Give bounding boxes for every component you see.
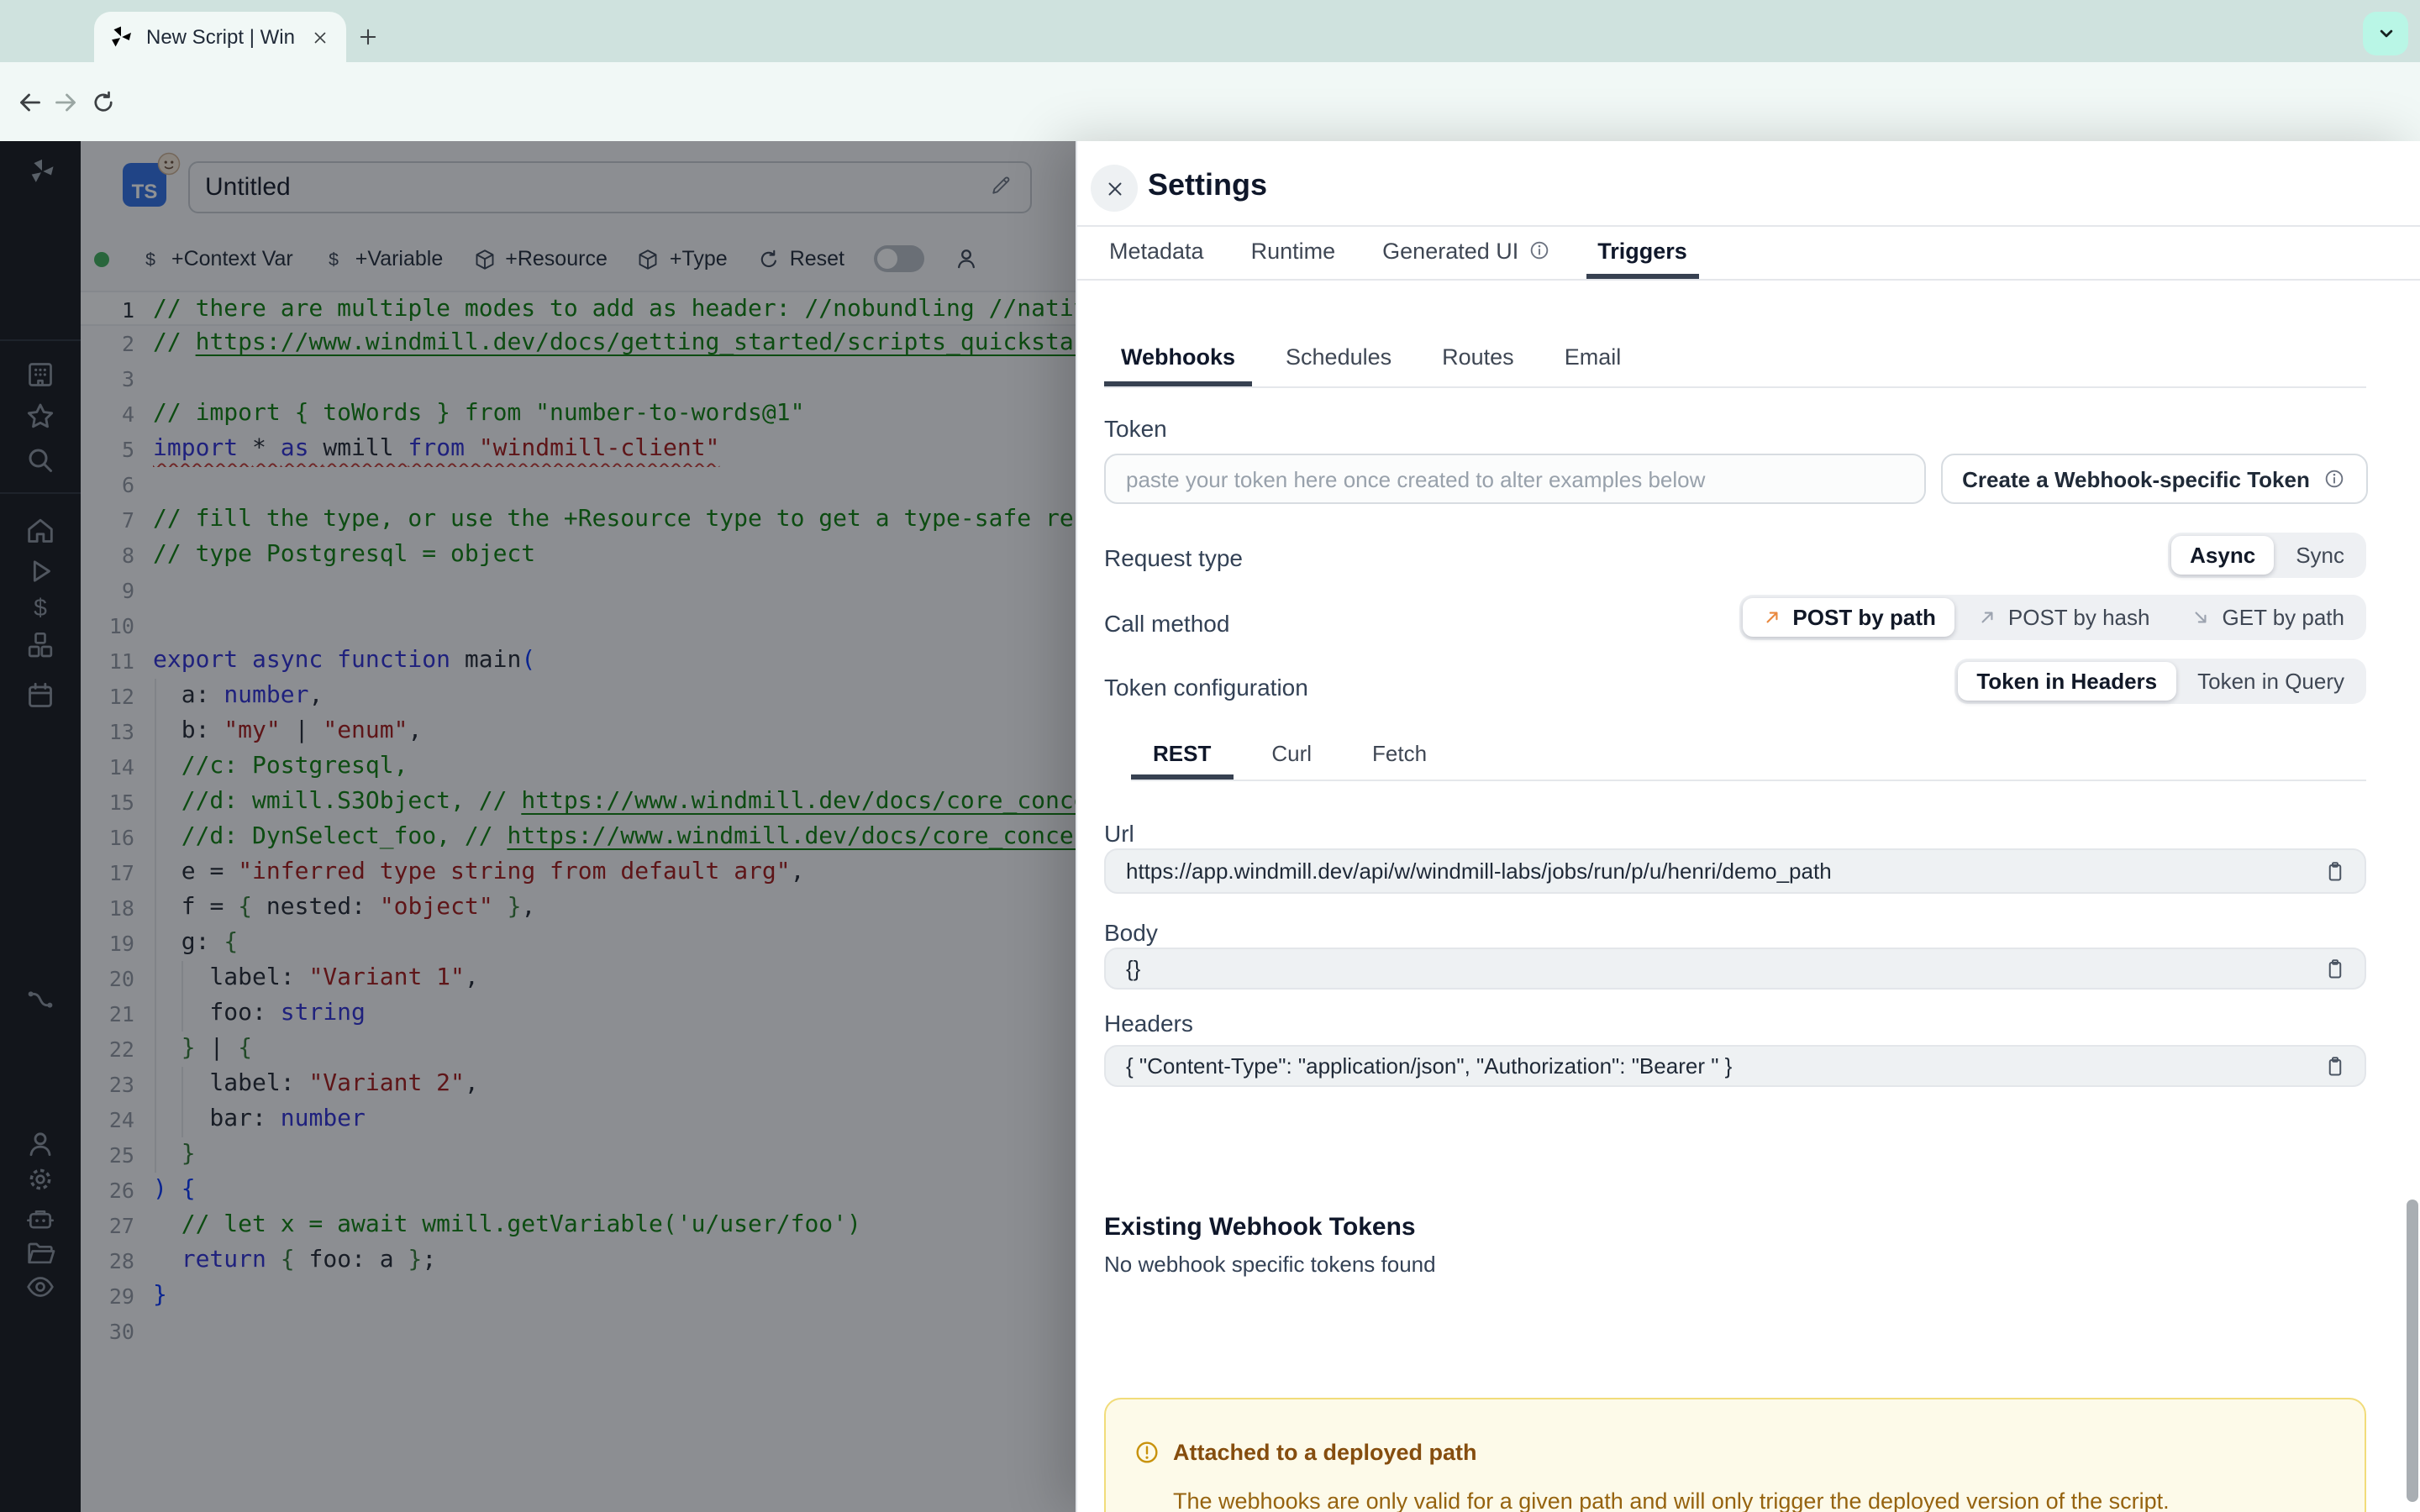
modal-overlay[interactable] (0, 141, 1076, 1512)
tab-metadata[interactable]: Metadata (1097, 227, 1216, 279)
drawer-scrollbar[interactable] (2407, 1200, 2418, 1502)
browser-chrome: New Script | Windmill app.windmill.dev/s… (0, 0, 2420, 188)
create-webhook-token-button[interactable]: Create a Webhook-specific Token (1941, 454, 2368, 504)
subtab-email[interactable]: Email (1548, 333, 1639, 386)
settings-tabs: Metadata Runtime Generated UI Triggers (1077, 227, 2420, 281)
request-type-async[interactable]: Async (2171, 536, 2275, 575)
subtab-routes[interactable]: Routes (1425, 333, 1531, 386)
url-label: Url (1104, 820, 1134, 847)
settings-drawer: Settings Metadata Runtime Generated UI T… (1076, 141, 2420, 1512)
request-type-sync[interactable]: Sync (2277, 536, 2363, 575)
copy-icon[interactable] (2323, 956, 2348, 981)
token-in-headers[interactable]: Token in Headers (1958, 662, 2176, 701)
example-tabs: REST Curl Fetch (1131, 732, 2366, 781)
headers-label: Headers (1104, 1010, 1193, 1037)
token-label: Token (1104, 415, 1167, 442)
existing-tokens-empty: No webhook specific tokens found (1104, 1252, 1436, 1277)
subtab-schedules[interactable]: Schedules (1269, 333, 1408, 386)
tab-fetch[interactable]: Fetch (1350, 732, 1449, 780)
reload-icon[interactable] (89, 87, 118, 116)
subtab-webhooks[interactable]: Webhooks (1104, 333, 1253, 386)
info-icon (1527, 239, 1550, 262)
call-method-get-by-path[interactable]: GET by path (2172, 598, 2364, 637)
back-icon[interactable] (15, 87, 45, 117)
token-placeholder: paste your token here once created to al… (1126, 466, 1706, 491)
tab-rest[interactable]: REST (1131, 732, 1234, 780)
screen: New Script | Windmill app.windmill.dev/s… (0, 0, 2420, 1512)
chevron-down-icon (2374, 22, 2397, 45)
tab-search-button[interactable] (2363, 12, 2408, 55)
deployed-path-warning: Attached to a deployed path The webhooks… (1104, 1398, 2366, 1512)
token-in-query[interactable]: Token in Query (2179, 662, 2363, 701)
browser-tab[interactable]: New Script | Windmill (94, 12, 346, 62)
trigger-subtabs: Webhooks Schedules Routes Email (1104, 333, 2366, 388)
existing-tokens-title: Existing Webhook Tokens (1104, 1213, 1416, 1242)
tab-strip: New Script | Windmill (0, 0, 2420, 62)
new-tab-button[interactable] (346, 15, 390, 59)
warning-body: The webhooks are only valid for a given … (1173, 1488, 2170, 1512)
drawer-close-button[interactable] (1091, 165, 1138, 212)
arrow-ne-icon (1760, 606, 1782, 628)
call-method-label: Call method (1104, 610, 1230, 637)
browser-toolbar: app.windmill.dev/scripts/add#JTdCJTIyaGF… (0, 62, 2420, 188)
token-config-toggle: Token in Headers Token in Query (1954, 659, 2366, 704)
call-method-post-by-hash[interactable]: POST by hash (1958, 598, 2169, 637)
url-value-field[interactable]: https://app.windmill.dev/api/w/windmill-… (1104, 848, 2366, 894)
call-method-post-by-path[interactable]: POST by path (1742, 598, 1954, 637)
body-label: Body (1104, 919, 1158, 946)
close-icon (1103, 177, 1125, 199)
app-area: TS Untitled +Context Var +Variable +Reso… (0, 141, 2420, 1512)
tab-title: New Script | Windmill (146, 25, 294, 49)
info-icon (2323, 467, 2347, 491)
copy-icon[interactable] (2323, 1053, 2348, 1079)
arrow-ne-icon (1976, 606, 1998, 628)
token-config-label: Token configuration (1104, 674, 1308, 701)
tab-curl[interactable]: Curl (1249, 732, 1334, 780)
windmill-favicon-icon (108, 24, 134, 50)
body-value-field[interactable]: {} (1104, 948, 2366, 990)
token-input[interactable]: paste your token here once created to al… (1104, 454, 1926, 504)
tab-triggers[interactable]: Triggers (1586, 227, 1699, 279)
request-type-toggle: Async Sync (2168, 533, 2366, 578)
drawer-title: Settings (1148, 168, 1268, 202)
warning-icon (1133, 1438, 1161, 1467)
tab-close-icon[interactable] (306, 24, 333, 50)
call-method-toggle: POST by path POST by hash GET by path (1739, 595, 2366, 640)
tab-runtime[interactable]: Runtime (1239, 227, 1348, 279)
copy-icon[interactable] (2323, 858, 2348, 884)
request-type-label: Request type (1104, 544, 1243, 571)
tab-generated-ui[interactable]: Generated UI (1370, 227, 1562, 279)
warning-title: Attached to a deployed path (1173, 1440, 1477, 1465)
forward-icon[interactable] (50, 87, 81, 117)
arrow-se-icon (2191, 606, 2212, 628)
headers-value-field[interactable]: { "Content-Type": "application/json", "A… (1104, 1045, 2366, 1087)
